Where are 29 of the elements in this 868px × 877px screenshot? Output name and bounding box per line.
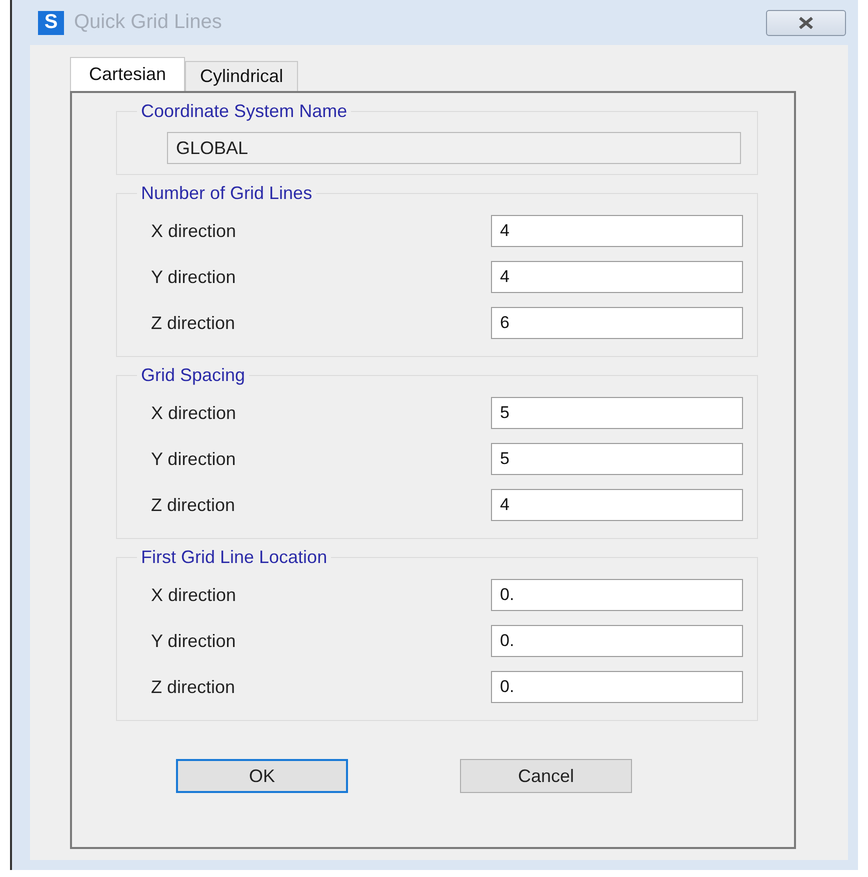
group-title: Coordinate System Name	[140, 101, 348, 122]
group-title: Grid Spacing	[140, 365, 246, 386]
input-field[interactable]: 6	[491, 307, 743, 339]
group-title: Number of Grid Lines	[140, 183, 314, 204]
tab[interactable]: Cylindrical	[185, 61, 298, 91]
input-field[interactable]: 5	[491, 443, 743, 475]
input-field[interactable]: 4	[491, 261, 743, 293]
input-field[interactable]: 5	[491, 397, 743, 429]
ok-button[interactable]: OK	[176, 759, 348, 793]
group-title: First Grid Line Location	[140, 547, 328, 568]
field-label: Y direction	[151, 266, 237, 288]
window-title: Quick Grid Lines	[74, 11, 223, 34]
field-label: Y direction	[151, 448, 237, 470]
field-label: X direction	[151, 402, 238, 424]
tab[interactable]: Cartesian	[70, 57, 186, 91]
close-button[interactable]	[766, 10, 846, 36]
app-icon: S	[38, 10, 64, 34]
field-label: X direction	[151, 220, 238, 242]
input-field[interactable]: 4	[491, 215, 743, 247]
field-label: Y direction	[151, 630, 237, 652]
input-field[interactable]: 0.	[491, 671, 743, 703]
input-field[interactable]: 0.	[491, 625, 743, 657]
field-label: Z direction	[151, 494, 236, 516]
field-label: Z direction	[151, 312, 236, 334]
input-field[interactable]: 0.	[491, 579, 743, 611]
field-label: Z direction	[151, 676, 236, 698]
field-label: X direction	[151, 584, 238, 606]
input-field[interactable]: 4	[491, 489, 743, 521]
cancel-button[interactable]: Cancel	[460, 759, 632, 793]
